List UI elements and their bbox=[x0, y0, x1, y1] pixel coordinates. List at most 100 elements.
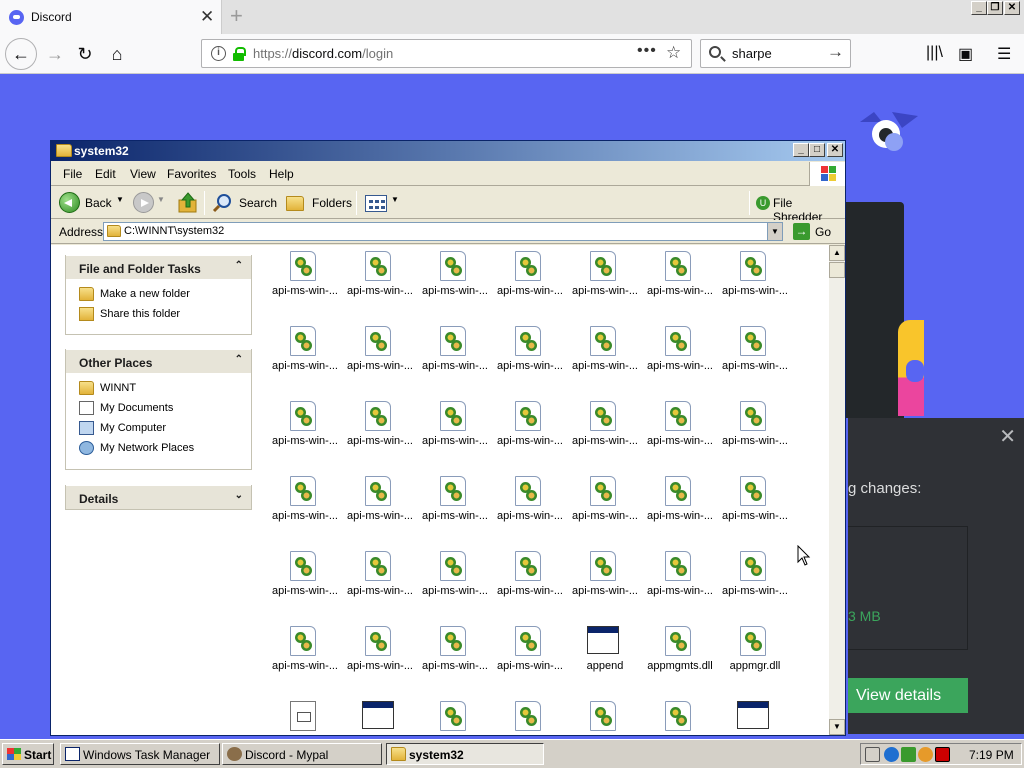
tray-security-icon[interactable] bbox=[935, 747, 950, 762]
place-winnt-link[interactable]: WINNT bbox=[66, 379, 251, 399]
file-item[interactable]: api-ms-win-... bbox=[642, 320, 717, 395]
toolbar-back-label[interactable]: Back bbox=[85, 196, 112, 210]
secure-lock-icon[interactable] bbox=[233, 47, 246, 61]
file-item[interactable]: api-ms-win-... bbox=[642, 545, 717, 620]
menu-hamburger-icon[interactable]: ☰ bbox=[997, 44, 1011, 64]
file-item[interactable]: api-ms-win-... bbox=[717, 320, 792, 395]
file-item[interactable]: api-ms-win-... bbox=[567, 245, 642, 320]
file-item[interactable] bbox=[267, 695, 342, 735]
back-arrow-icon[interactable] bbox=[59, 192, 80, 213]
back-button[interactable]: ← bbox=[5, 38, 37, 70]
menu-help[interactable]: Help bbox=[269, 167, 294, 181]
file-item[interactable]: api-ms-win-... bbox=[417, 245, 492, 320]
close-window-button[interactable]: ✕ bbox=[1004, 1, 1020, 15]
explorer-minimize-button[interactable]: _ bbox=[793, 143, 809, 157]
file-item[interactable]: api-ms-win-... bbox=[417, 620, 492, 695]
file-item[interactable]: api-ms-win-... bbox=[717, 470, 792, 545]
toolbar-folders-label[interactable]: Folders bbox=[312, 196, 352, 210]
file-item[interactable]: api-ms-win-... bbox=[717, 545, 792, 620]
views-icon[interactable] bbox=[365, 195, 387, 212]
place-my-network-link[interactable]: My Network Places bbox=[66, 439, 251, 459]
popup-close-icon[interactable]: ✕ bbox=[999, 424, 1016, 449]
library-icon[interactable]: |||\ bbox=[926, 44, 943, 62]
collapse-chevron-icon[interactable]: ⌃ bbox=[235, 260, 243, 271]
forward-dropdown-icon[interactable]: ▼ bbox=[157, 195, 165, 204]
explorer-close-button[interactable]: ✕ bbox=[827, 143, 843, 157]
task-system32[interactable]: system32 bbox=[386, 743, 544, 765]
file-item[interactable]: appmgr.dll bbox=[717, 620, 792, 695]
folders-icon[interactable] bbox=[286, 196, 304, 211]
forward-arrow-icon[interactable] bbox=[133, 192, 154, 213]
file-item[interactable]: api-ms-win-... bbox=[417, 545, 492, 620]
file-item[interactable] bbox=[642, 695, 717, 735]
file-item[interactable]: api-ms-win-... bbox=[717, 395, 792, 470]
file-item[interactable] bbox=[417, 695, 492, 735]
collapse-chevron-icon[interactable]: ⌃ bbox=[235, 354, 243, 365]
file-item[interactable]: api-ms-win-... bbox=[567, 320, 642, 395]
url-bar[interactable]: i https://discord.com/login ••• ☆ bbox=[201, 39, 692, 68]
scroll-down-arrow[interactable]: ▼ bbox=[829, 719, 845, 735]
new-tab-button[interactable]: + bbox=[230, 3, 243, 29]
keyboard-icon[interactable] bbox=[865, 747, 880, 762]
forward-button[interactable]: → bbox=[40, 39, 70, 69]
explorer-title-bar[interactable]: system32 _ □ ✕ bbox=[51, 141, 845, 161]
tray-search-icon[interactable] bbox=[918, 747, 933, 762]
reload-button[interactable]: ↻ bbox=[70, 39, 100, 69]
file-item[interactable] bbox=[342, 695, 417, 735]
expand-chevron-icon[interactable]: ⌄ bbox=[235, 490, 243, 501]
file-item[interactable]: api-ms-win-... bbox=[417, 470, 492, 545]
file-item[interactable]: api-ms-win-... bbox=[267, 470, 342, 545]
file-item[interactable]: api-ms-win-... bbox=[567, 545, 642, 620]
place-my-computer-link[interactable]: My Computer bbox=[66, 419, 251, 439]
file-item[interactable]: api-ms-win-... bbox=[492, 470, 567, 545]
file-item[interactable]: api-ms-win-... bbox=[267, 320, 342, 395]
file-item[interactable]: api-ms-win-... bbox=[342, 320, 417, 395]
tray-app-icon[interactable] bbox=[901, 747, 916, 762]
file-item[interactable]: api-ms-win-... bbox=[267, 620, 342, 695]
file-item[interactable]: api-ms-win-... bbox=[717, 245, 792, 320]
back-dropdown-icon[interactable]: ▼ bbox=[116, 195, 124, 204]
page-actions-icon[interactable]: ••• bbox=[637, 42, 657, 60]
restore-window-button[interactable]: ❐ bbox=[987, 1, 1003, 15]
file-item[interactable]: api-ms-win-... bbox=[567, 395, 642, 470]
file-folder-tasks-header[interactable]: File and Folder Tasks ⌃ bbox=[66, 255, 251, 279]
file-item[interactable]: appmgmts.dll bbox=[642, 620, 717, 695]
task-windows-task-manager[interactable]: Windows Task Manager bbox=[60, 743, 220, 765]
bookmark-star-icon[interactable]: ☆ bbox=[666, 43, 681, 63]
home-button[interactable]: ⌂ bbox=[102, 39, 132, 69]
file-item[interactable]: api-ms-win-... bbox=[267, 245, 342, 320]
menu-favorites[interactable]: Favorites bbox=[167, 167, 216, 181]
search-query[interactable]: sharpe bbox=[732, 46, 772, 61]
file-item[interactable]: api-ms-win-... bbox=[567, 470, 642, 545]
file-item[interactable]: api-ms-win-... bbox=[342, 620, 417, 695]
browser-tab-discord[interactable]: Discord ✕ bbox=[0, 0, 222, 34]
details-header[interactable]: Details ⌄ bbox=[66, 485, 251, 509]
file-item[interactable] bbox=[717, 695, 792, 735]
place-my-documents-link[interactable]: My Documents bbox=[66, 399, 251, 419]
menu-view[interactable]: View bbox=[130, 167, 156, 181]
file-item[interactable]: api-ms-win-... bbox=[342, 470, 417, 545]
file-item[interactable]: api-ms-win-... bbox=[642, 470, 717, 545]
file-item[interactable]: api-ms-win-... bbox=[267, 545, 342, 620]
minimize-window-button[interactable]: _ bbox=[971, 1, 987, 15]
file-item[interactable]: api-ms-win-... bbox=[642, 395, 717, 470]
file-item[interactable]: api-ms-win-... bbox=[492, 545, 567, 620]
file-shredder-icon[interactable]: U bbox=[756, 196, 770, 210]
site-info-icon[interactable]: i bbox=[211, 46, 226, 61]
tab-close-icon[interactable]: ✕ bbox=[200, 7, 214, 27]
explorer-maximize-button[interactable]: □ bbox=[809, 143, 825, 157]
file-item[interactable]: append bbox=[567, 620, 642, 695]
toolbar-search-label[interactable]: Search bbox=[239, 196, 277, 210]
file-item[interactable]: api-ms-win-... bbox=[417, 320, 492, 395]
address-dropdown-icon[interactable]: ▼ bbox=[767, 223, 782, 240]
address-input[interactable]: C:\WINNT\system32 ▼ bbox=[103, 222, 783, 241]
file-item[interactable]: api-ms-win-... bbox=[342, 395, 417, 470]
file-item[interactable]: api-ms-win-... bbox=[342, 245, 417, 320]
file-item[interactable]: api-ms-win-... bbox=[492, 620, 567, 695]
menu-edit[interactable]: Edit bbox=[95, 167, 116, 181]
share-folder-link[interactable]: Share this folder bbox=[66, 305, 251, 325]
go-arrow-icon[interactable]: → bbox=[793, 223, 810, 240]
url-text[interactable]: https://discord.com/login bbox=[253, 46, 393, 61]
search-go-arrow-icon[interactable]: → bbox=[827, 42, 844, 62]
file-item[interactable]: api-ms-win-... bbox=[492, 320, 567, 395]
